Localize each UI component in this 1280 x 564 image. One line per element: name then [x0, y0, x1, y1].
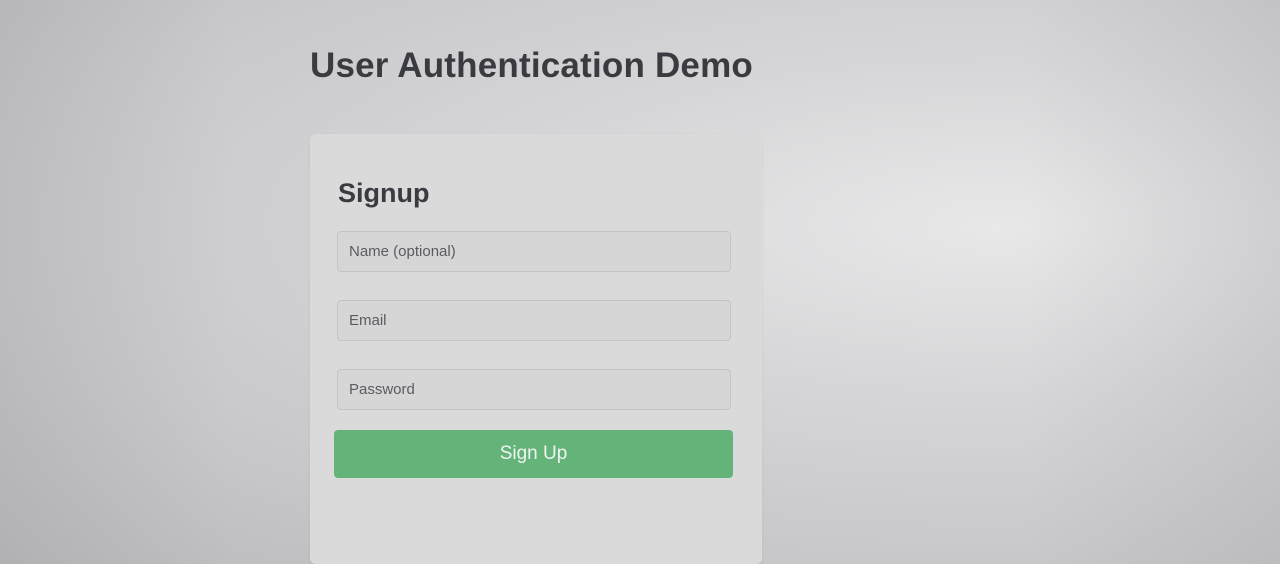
name-input[interactable]	[337, 231, 731, 272]
email-input[interactable]	[337, 300, 731, 341]
password-input[interactable]	[337, 369, 731, 410]
signup-card: Signup Sign Up	[310, 134, 762, 564]
page-title: User Authentication Demo	[310, 46, 754, 85]
signup-heading: Signup	[338, 178, 430, 208]
sign-up-button[interactable]: Sign Up	[334, 430, 733, 478]
